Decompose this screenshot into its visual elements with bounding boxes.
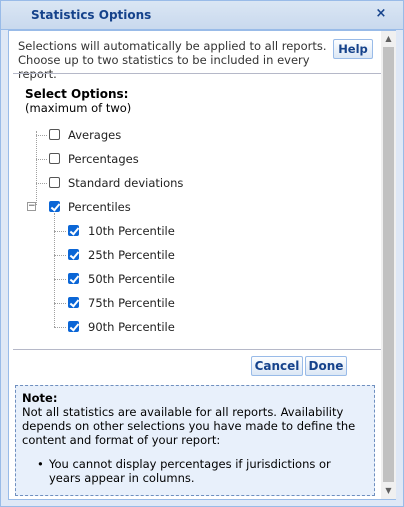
tree-connector [36, 183, 47, 184]
help-button[interactable]: Help [333, 39, 373, 59]
option-label: 90th Percentile [88, 320, 175, 334]
options-panel: Selections will automatically be applied… [9, 31, 381, 499]
tree-connector [36, 135, 47, 136]
select-options-subtitle: (maximum of two) [25, 101, 132, 115]
vertical-scrollbar[interactable]: ▲ ▼ [381, 31, 396, 499]
intro-line-2: Choose up to two statistics to be includ… [18, 53, 310, 81]
option-label: 25th Percentile [88, 248, 175, 262]
statistics-options-dialog: Statistics Options × Selections will aut… [0, 0, 404, 507]
tree-connector [54, 231, 66, 232]
tree-connector [36, 159, 47, 160]
dialog-title: Statistics Options [31, 8, 152, 22]
checkbox-percentages[interactable] [49, 153, 60, 164]
option-label: 75th Percentile [88, 296, 175, 310]
tree-connector [54, 279, 66, 280]
scroll-up-icon[interactable]: ▲ [381, 31, 396, 47]
cancel-button[interactable]: Cancel [251, 356, 303, 376]
scroll-down-icon[interactable]: ▼ [381, 483, 396, 499]
checkbox-90th-percentile[interactable] [68, 321, 79, 332]
intro-text: Selections will automatically be applied… [18, 39, 328, 81]
tree-connector [36, 131, 37, 205]
checkbox-standard-deviations[interactable] [49, 177, 60, 188]
done-button[interactable]: Done [305, 356, 347, 376]
option-label: Percentages [68, 152, 139, 166]
tree-connector [54, 255, 66, 256]
collapse-icon[interactable]: − [27, 202, 36, 211]
divider-top [13, 73, 381, 74]
option-label: 10th Percentile [88, 224, 175, 238]
note-bullet-item: • You cannot display percentages if juri… [37, 457, 359, 485]
divider-bottom [13, 349, 381, 350]
scroll-thumb[interactable] [383, 47, 394, 482]
checkbox-50th-percentile[interactable] [68, 273, 79, 284]
note-box: Note: Not all statistics are available f… [15, 385, 375, 496]
option-label: Averages [68, 128, 122, 142]
tree-connector [54, 327, 66, 328]
checkbox-10th-percentile[interactable] [68, 225, 79, 236]
note-body: Not all statistics are available for all… [22, 405, 356, 447]
checkbox-25th-percentile[interactable] [68, 249, 79, 260]
close-icon[interactable]: × [373, 6, 389, 22]
option-label: 50th Percentile [88, 272, 175, 286]
intro-line-1: Selections will automatically be applied… [18, 39, 327, 53]
bullet-icon: • [37, 457, 44, 471]
checkbox-75th-percentile[interactable] [68, 297, 79, 308]
note-bullet-text: You cannot display percentages if jurisd… [49, 457, 331, 485]
select-options-title: Select Options: [25, 87, 129, 101]
checkbox-percentiles[interactable] [49, 201, 60, 212]
checkbox-averages[interactable] [49, 129, 60, 140]
dialog-body: Selections will automatically be applied… [8, 30, 396, 500]
tree-connector [54, 303, 66, 304]
dialog-titlebar[interactable]: Statistics Options × [1, 1, 403, 30]
option-label: Standard deviations [68, 176, 184, 190]
option-label: Percentiles [68, 200, 131, 214]
note-title: Note: [22, 391, 58, 405]
